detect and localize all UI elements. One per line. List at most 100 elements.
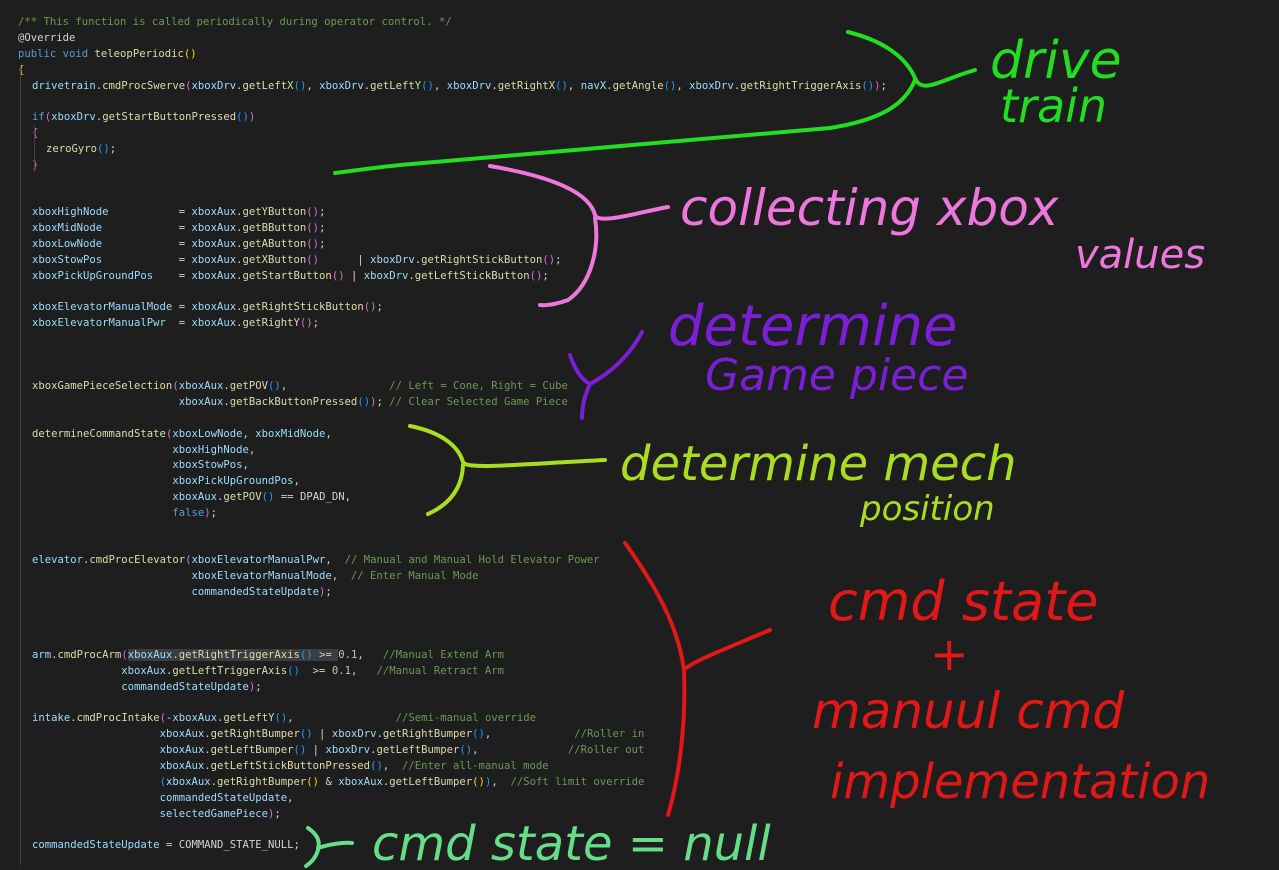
code-token: () bbox=[421, 80, 434, 92]
code-token: // Enter Manual Mode bbox=[350, 570, 479, 582]
code-line[interactable]: { bbox=[18, 63, 24, 79]
code-token: () bbox=[287, 665, 300, 677]
code-line[interactable]: { bbox=[32, 126, 38, 142]
code-token: // Manual and Manual Hold Elevator Power bbox=[344, 554, 600, 566]
code-token: () bbox=[529, 270, 543, 282]
code-token: , bbox=[287, 792, 294, 804]
code-line[interactable]: xboxMidNode = xboxAux.getBButton(); bbox=[32, 221, 325, 237]
code-token: xboxDrv bbox=[331, 728, 377, 740]
code-token: xboxAux bbox=[191, 317, 237, 329]
code-editor[interactable]: /** This function is called periodically… bbox=[0, 0, 1279, 870]
code-token: determineCommandState bbox=[32, 428, 166, 440]
code-token: false bbox=[172, 507, 205, 519]
code-line[interactable]: xboxAux.getPOV() == DPAD_DN, bbox=[32, 490, 351, 506]
code-line[interactable]: xboxGamePieceSelection(xboxAux.getPOV(),… bbox=[32, 379, 568, 395]
code-token: () bbox=[459, 744, 473, 756]
code-token: ) bbox=[248, 111, 256, 123]
code-line[interactable]: xboxElevatorManualMode = xboxAux.getRigh… bbox=[32, 300, 383, 316]
code-line[interactable]: false); bbox=[32, 506, 217, 522]
code-line[interactable]: xboxAux.getBackButtonPressed()); // Clea… bbox=[32, 395, 568, 411]
code-token: xboxDrv bbox=[446, 80, 492, 92]
code-token: getRightY bbox=[242, 317, 300, 329]
code-token: , bbox=[306, 80, 320, 92]
code-token: () bbox=[363, 301, 377, 313]
code-token: xboxAux bbox=[191, 254, 237, 266]
code-token: getLeftY bbox=[370, 80, 422, 92]
code-line[interactable]: elevator.cmdProcElevator(xboxElevatorMan… bbox=[32, 553, 600, 569]
code-token: ; bbox=[312, 317, 320, 329]
code-line[interactable]: xboxPickUpGroundPos, bbox=[32, 474, 300, 490]
code-line[interactable]: xboxElevatorManualMode, // Enter Manual … bbox=[32, 569, 478, 585]
code-token: () bbox=[299, 317, 313, 329]
code-line[interactable]: public void teleopPeriodic() bbox=[18, 47, 197, 63]
code-token: drivetrain bbox=[32, 80, 96, 92]
code-token: >= bbox=[312, 649, 339, 661]
code-token: , bbox=[382, 760, 402, 772]
code-line[interactable]: xboxLowNode = xboxAux.getAButton(); bbox=[32, 237, 325, 253]
code-token: selectedGamePiece bbox=[159, 808, 268, 820]
code-line[interactable]: xboxPickUpGroundPos = xboxAux.getStartBu… bbox=[32, 269, 549, 285]
code-token: () bbox=[306, 222, 320, 234]
code-line[interactable]: commandedStateUpdate = COMMAND_STATE_NUL… bbox=[32, 838, 300, 854]
code-line[interactable]: xboxStowPos = xboxAux.getXButton() | xbo… bbox=[32, 253, 561, 269]
code-line[interactable]: commandedStateUpdate); bbox=[32, 680, 261, 696]
code-token: ; bbox=[319, 222, 326, 234]
code-token: () bbox=[236, 111, 249, 123]
code-token: () bbox=[306, 254, 320, 266]
code-line[interactable]: commandedStateUpdate); bbox=[32, 585, 331, 601]
code-token: , bbox=[433, 80, 447, 92]
code-line[interactable]: (xboxAux.getRightBumper() & xboxAux.getL… bbox=[32, 775, 645, 791]
code-line[interactable]: /** This function is called periodically… bbox=[18, 15, 452, 31]
code-line[interactable]: xboxHighNode, bbox=[32, 443, 255, 459]
code-line[interactable]: drivetrain.cmdProcSwerve(xboxDrv.getLeft… bbox=[32, 79, 887, 95]
code-token: getLeftStickButtonPressed bbox=[210, 760, 371, 772]
code-token: & bbox=[319, 776, 339, 788]
code-token: | bbox=[344, 270, 364, 282]
code-line[interactable]: if(xboxDrv.getStartButtonPressed()) bbox=[32, 110, 255, 126]
code-token: xboxLowNode bbox=[32, 238, 179, 250]
code-line[interactable]: commandedStateUpdate, bbox=[32, 791, 294, 807]
code-token: xboxHighNode bbox=[172, 444, 249, 456]
code-line[interactable]: determineCommandState(xboxLowNode, xboxM… bbox=[32, 427, 332, 443]
code-token: , bbox=[331, 570, 351, 582]
code-token: ; bbox=[293, 839, 300, 851]
code-token: = bbox=[178, 238, 192, 250]
code-token: , bbox=[325, 428, 332, 440]
code-token: // Clear Selected Game Piece bbox=[389, 396, 568, 408]
code-line[interactable]: xboxAux.getLeftBumper() | xboxDrv.getLef… bbox=[32, 743, 645, 759]
code-token: xboxAux bbox=[191, 206, 237, 218]
code-token: 0.1 bbox=[338, 649, 358, 661]
code-token: xboxStowPos bbox=[172, 459, 243, 471]
code-token: xboxElevatorManualMode bbox=[32, 301, 179, 313]
code-token: xboxStowPos bbox=[32, 254, 179, 266]
code-token: //Enter all-manual mode bbox=[401, 760, 549, 772]
code-line[interactable]: xboxElevatorManualPwr = xboxAux.getRight… bbox=[32, 316, 319, 332]
code-token: () bbox=[299, 649, 313, 661]
code-token: elevator bbox=[32, 554, 84, 566]
code-line[interactable]: @Override bbox=[18, 31, 75, 47]
code-line[interactable]: zeroGyro(); bbox=[46, 142, 116, 158]
code-token: , bbox=[350, 665, 377, 677]
code-token: ; bbox=[274, 808, 281, 820]
code-line[interactable]: selectedGamePiece); bbox=[32, 807, 281, 823]
code-line[interactable]: } bbox=[32, 158, 38, 174]
code-token: xboxMidNode bbox=[32, 222, 179, 234]
code-token: //Roller in bbox=[574, 728, 645, 740]
code-line[interactable]: arm.cmdProcArm(xboxAux.getRightTriggerAx… bbox=[32, 648, 504, 664]
code-line[interactable]: xboxHighNode = xboxAux.getYButton(); bbox=[32, 205, 325, 221]
code-line[interactable]: intake.cmdProcIntake(-xboxAux.getLeftY()… bbox=[32, 711, 536, 727]
code-token: , bbox=[293, 475, 300, 487]
code-token: () bbox=[293, 80, 307, 92]
code-line[interactable]: xboxAux.getRightBumper() | xboxDrv.getRi… bbox=[32, 727, 645, 743]
code-line[interactable]: xboxAux.getLeftStickButtonPressed(), //E… bbox=[32, 759, 549, 775]
code-token: xboxAux bbox=[191, 270, 237, 282]
code-token: void bbox=[62, 48, 95, 60]
code-token: xboxLowNode bbox=[172, 428, 243, 440]
code-token: getRightStickButton bbox=[421, 254, 543, 266]
code-line[interactable]: xboxAux.getLeftTriggerAxis() >= 0.1, //M… bbox=[32, 664, 504, 680]
code-line[interactable]: xboxStowPos, bbox=[32, 458, 249, 474]
code-token: } bbox=[32, 159, 39, 171]
